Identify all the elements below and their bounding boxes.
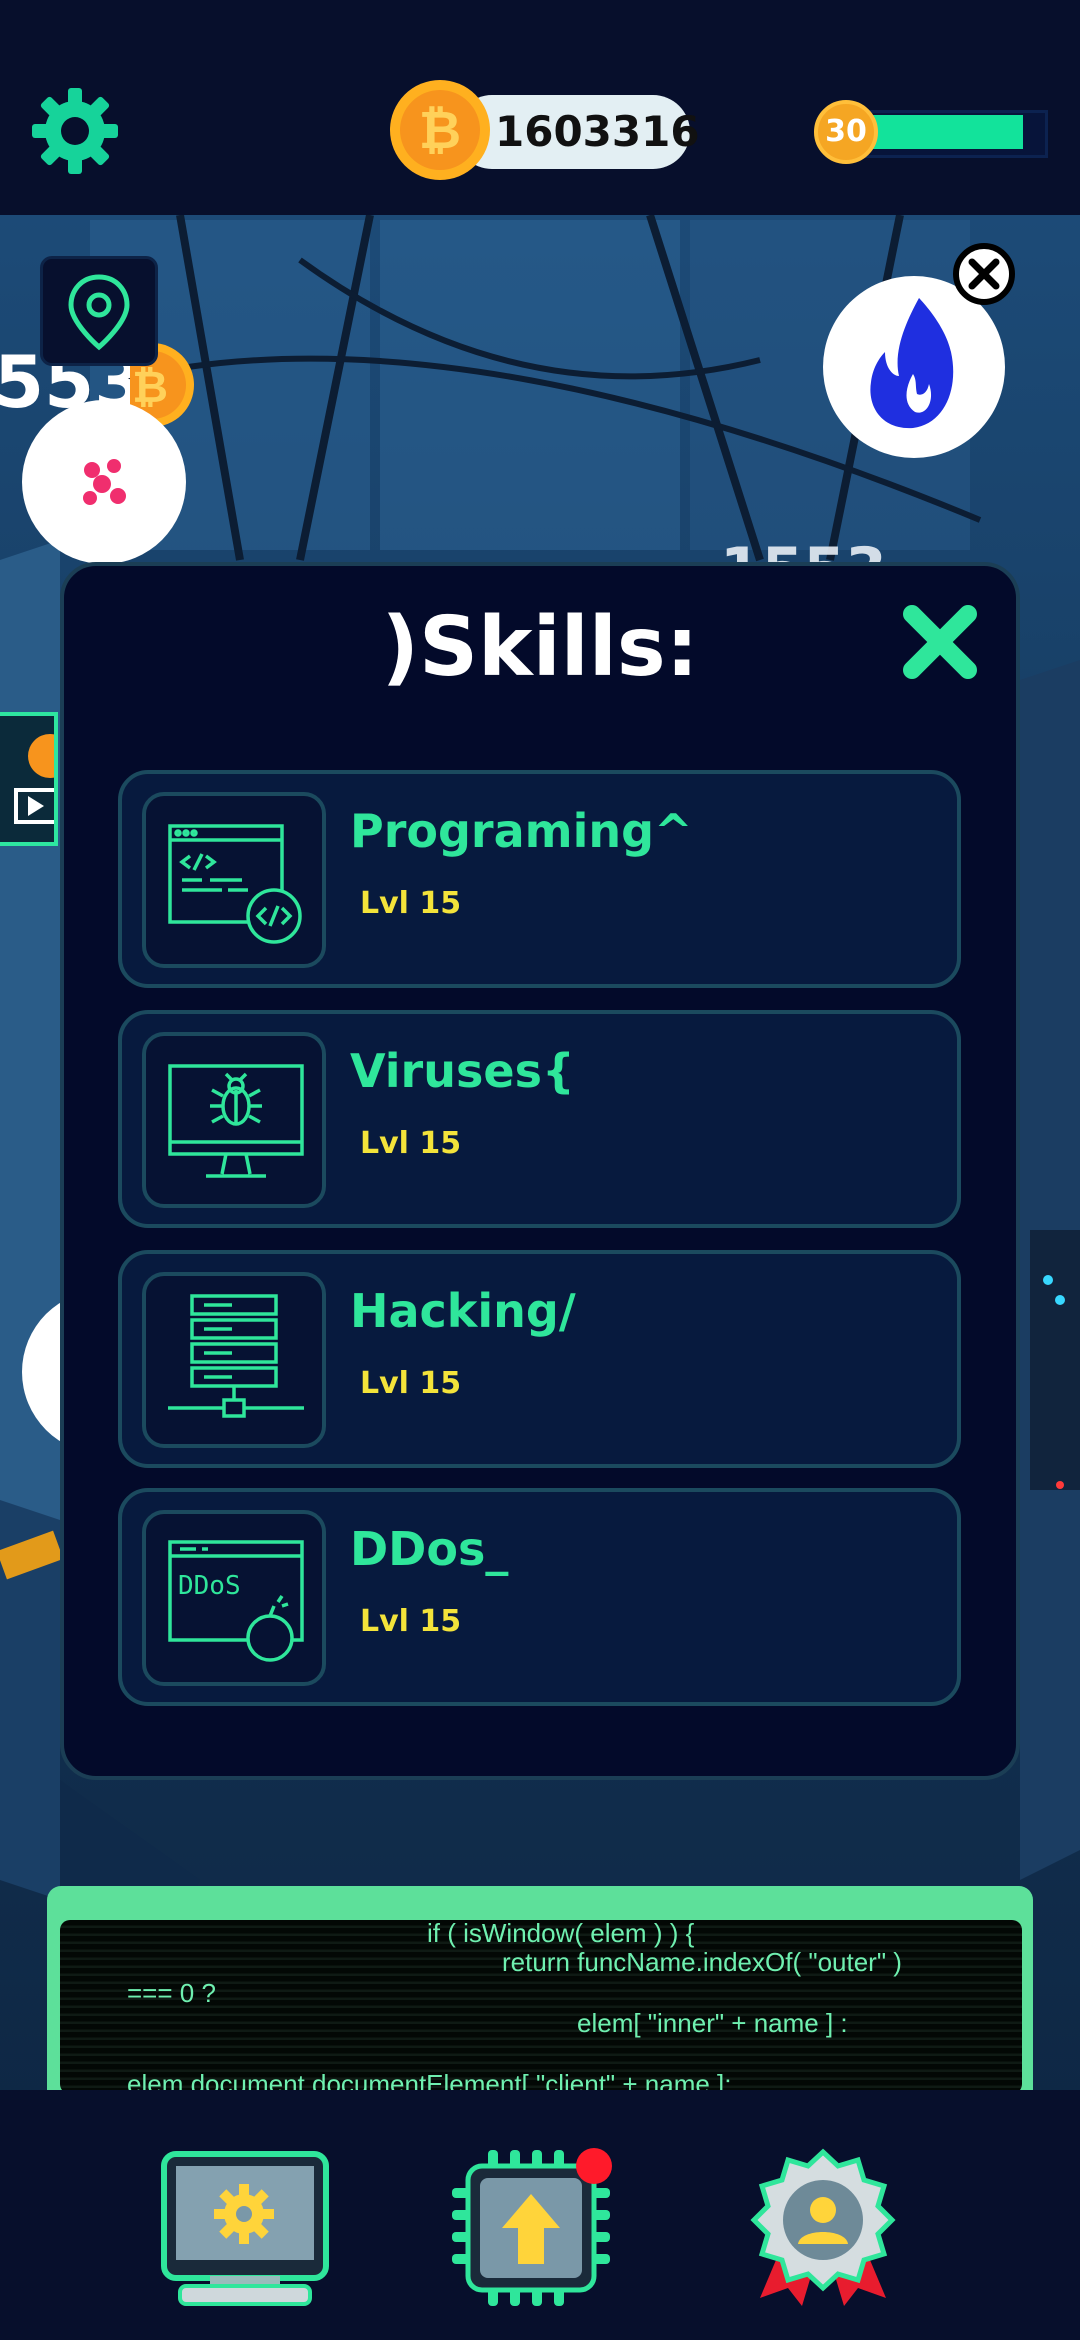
pink-dots-bubble-button[interactable] [22,400,186,564]
ddos-bomb-icon: DDoS [168,1540,304,1662]
skill-icon-frame [142,1032,326,1208]
close-x-icon [903,605,977,679]
ddos-icon-label: DDoS [178,1571,241,1601]
terminal-line: return funcName.indexOf( "outer" ) [502,1947,902,1977]
computer-settings-icon [161,2151,329,2306]
profile-badge-nav-button[interactable] [738,2148,908,2308]
bitcoin-coin-icon: ₿ [390,80,490,180]
close-skills-button[interactable] [898,600,982,684]
skill-level: Lvl 15 [360,1126,462,1161]
close-boost-button[interactable] [952,242,1016,306]
code-terminal-screen[interactable]: if ( isWindow( elem ) ) { return funcNam… [60,1920,1022,2094]
video-play-icon [14,734,72,824]
skill-card-ddos[interactable]: DDoS DDos_ Lvl 15 [118,1488,961,1706]
skill-icon-frame [142,792,326,968]
skill-level: Lvl 15 [360,886,462,921]
skill-icon-frame: DDoS [142,1510,326,1686]
skill-name: Hacking/ [350,1284,576,1338]
computer-settings-nav-button[interactable] [160,2148,330,2308]
skills-dialog-title: )Skills: [381,600,699,695]
skill-name: Viruses{ [350,1044,575,1098]
location-pin-icon [68,274,130,351]
terminal-line: if ( isWindow( elem ) ) { [427,1920,695,1948]
skill-level: Lvl 15 [360,1366,462,1401]
player-level-value: 30 [825,114,867,149]
svg-text:₿: ₿ [419,101,461,161]
upgrade-notification-dot [576,2148,612,2184]
pink-dots-icon [83,459,126,505]
bug-monitor-icon [168,1064,304,1178]
terminal-line: elem[ "inner" + name ] : [577,2008,848,2038]
gear-icon [32,88,118,174]
video-reward-tab[interactable] [0,712,72,846]
profile-badge-icon [750,2148,896,2306]
skill-card-viruses[interactable]: Viruses{ Lvl 15 [118,1010,961,1228]
map-location-button[interactable] [40,256,158,366]
skill-name: DDos_ [350,1522,509,1576]
skill-card-programing[interactable]: Programing^ Lvl 15 [118,770,961,988]
terminal-line: === 0 ? [127,1978,216,2008]
server-network-icon [168,1294,304,1418]
skill-card-hacking[interactable]: Hacking/ Lvl 15 [118,1250,961,1468]
skill-name: Programing^ [350,804,693,858]
coin-balance-value: 1603316 [495,107,700,156]
skill-icon-frame [142,1272,326,1448]
close-circle-icon [953,243,1015,305]
level-progress-fill [870,115,1023,149]
skill-level: Lvl 15 [360,1604,462,1639]
code-window-icon [168,824,302,944]
settings-gear-button[interactable] [30,86,120,176]
